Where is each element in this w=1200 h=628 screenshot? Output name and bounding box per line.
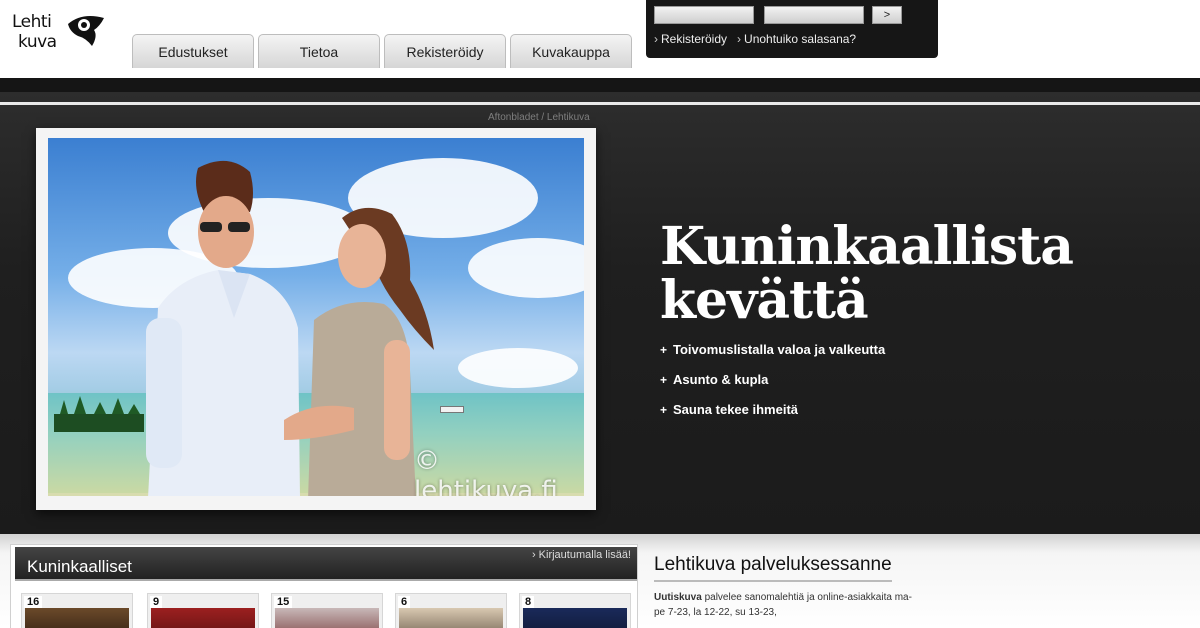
register-link[interactable]: › Rekisteröidy — [654, 32, 727, 46]
login-for-more-label: Kirjautumalla lisää! — [538, 549, 631, 561]
image-count: 9 — [150, 596, 163, 608]
service-name: Uutiskuva — [654, 592, 702, 603]
hero-divider — [0, 102, 1200, 105]
tab-edustukset[interactable]: Edustukset — [132, 34, 254, 68]
palm-trees — [54, 396, 144, 432]
eagle-eye-icon — [68, 16, 104, 46]
gallery-thumb[interactable]: 9 — [147, 593, 259, 628]
service-description: Uutiskuva palvelee sanomalehtiä ja onlin… — [654, 590, 934, 620]
gallery-thumb[interactable]: 15 — [271, 593, 383, 628]
headline-line1: Kuninkaallista — [660, 216, 1074, 277]
tab-rekisteroidy[interactable]: Rekisteröidy — [384, 34, 506, 68]
service-section-title: Lehtikuva palveluksessanne — [654, 554, 892, 582]
login-for-more-link[interactable]: › Kirjautumalla lisää! — [532, 549, 631, 561]
story-label: Toivomuslistalla valoa ja valkeutta — [673, 342, 886, 357]
logo-text-line2: kuva — [18, 32, 57, 52]
story-link[interactable]: + Asunto & kupla — [660, 372, 885, 387]
thumb-image — [275, 608, 379, 628]
forgot-password-link[interactable]: › Unohtuiko salasana? — [737, 32, 856, 46]
image-count: 6 — [398, 596, 411, 608]
hero-story-list: + Toivomuslistalla valoa ja valkeutta + As… — [660, 342, 885, 432]
gallery-thumb[interactable]: 6 — [395, 593, 507, 628]
service-text-line2: pe 7-23, la 12-22, su 13-23, — [654, 607, 777, 618]
thumb-image — [523, 608, 627, 628]
service-text-line1: palvelee sanomalehtiä ja online-asiakkai… — [704, 592, 912, 603]
site-header: Lehti kuva Edustukset Tietoa Rekisteröid… — [0, 0, 1200, 78]
plus-icon: + — [660, 372, 668, 387]
chevron-right-icon: › — [737, 32, 742, 46]
forgot-password-label: Unohtuiko salasana? — [744, 32, 857, 46]
lower-section: Kuninkaalliset › Kirjautumalla lisää! 16… — [0, 534, 1200, 628]
story-label: Asunto & kupla — [673, 372, 769, 387]
plus-icon: + — [660, 342, 668, 357]
story-link[interactable]: + Toivomuslistalla valoa ja valkeutta — [660, 342, 885, 357]
gallery-thumb[interactable]: 8 — [519, 593, 631, 628]
username-input[interactable] — [654, 6, 754, 24]
thumb-image — [151, 608, 255, 628]
headline-line2: kevättä — [660, 270, 869, 331]
story-link[interactable]: + Sauna tekee ihmeitä — [660, 402, 885, 417]
register-link-label: Rekisteröidy — [661, 32, 728, 46]
royals-header: Kuninkaalliset › Kirjautumalla lisää! — [15, 547, 637, 581]
password-input[interactable] — [764, 6, 864, 24]
royals-title: Kuninkaalliset — [27, 557, 132, 576]
thumb-image — [25, 608, 129, 628]
hero-photo-frame[interactable]: © lehtikuva.fi — [36, 128, 596, 510]
photo-credit: Aftonbladet / Lehtikuva — [488, 112, 590, 123]
thumb-image — [399, 608, 503, 628]
story-label: Sauna tekee ihmeitä — [673, 402, 799, 417]
login-links: › Rekisteröidy › Unohtuiko salasana? — [654, 32, 856, 46]
image-count: 8 — [522, 596, 535, 608]
login-submit-button[interactable]: > — [872, 6, 902, 24]
image-count: 15 — [274, 596, 293, 608]
gallery-thumb[interactable]: 16 — [21, 593, 133, 628]
plus-icon: + — [660, 402, 668, 417]
main-nav-tabs: Edustukset Tietoa Rekisteröidy Kuvakaupp… — [132, 34, 632, 68]
login-panel: > › Rekisteröidy › Unohtuiko salasana? — [646, 0, 938, 58]
logo-text-line1: Lehti — [12, 12, 52, 32]
hero-photo[interactable]: © lehtikuva.fi — [48, 138, 584, 496]
tab-kuvakauppa[interactable]: Kuvakauppa — [510, 34, 632, 68]
royals-gallery-box: Kuninkaalliset › Kirjautumalla lisää! 16… — [10, 544, 638, 628]
hero-banner: Aftonbladet / Lehtikuva © lehtikuva.fi K… — [0, 78, 1200, 534]
hero-headline[interactable]: Kuninkaallista kevättä — [660, 220, 1140, 328]
photo-watermark: © lehtikuva.fi — [414, 446, 558, 496]
chevron-right-icon: › — [654, 32, 658, 46]
lehtikuva-logo[interactable]: Lehti kuva — [12, 10, 112, 60]
tab-tietoa[interactable]: Tietoa — [258, 34, 380, 68]
image-count: 16 — [24, 596, 43, 608]
